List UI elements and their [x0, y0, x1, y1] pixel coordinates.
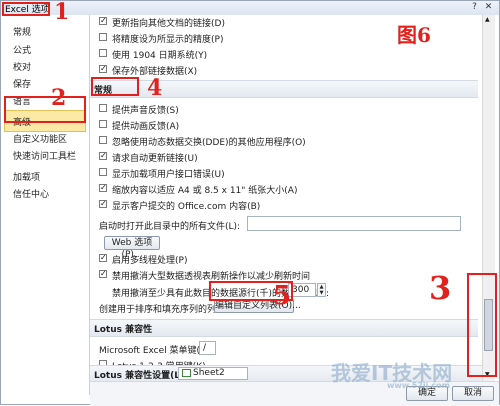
menu-key-input[interactable]: /	[199, 341, 216, 355]
web-options-button[interactable]: Web 选项(P)...	[104, 236, 160, 260]
option-label: 提供动画反馈(A)	[112, 122, 180, 132]
option-label: 使用 1904 日期系统(Y)	[112, 51, 208, 61]
checkbox-animation-feedback[interactable]	[99, 120, 107, 128]
menu-key-label: Microsoft Excel 菜单键(M):	[99, 346, 215, 356]
help-icon[interactable]: ?	[469, 2, 480, 13]
sidebar-item-quick-access-toolbar[interactable]: 快速访问工具栏	[13, 149, 76, 162]
sidebar-item-general[interactable]: 常规	[13, 25, 31, 38]
lotus-settings-label: Lotus 兼容性设置(L):	[94, 371, 188, 381]
annotation-number-4: 4	[147, 75, 163, 101]
checkbox-update-links[interactable]: ✓	[99, 17, 107, 25]
checkbox-save-external-link-values[interactable]: ✓	[99, 65, 107, 73]
annotation-number-3: 3	[429, 269, 452, 307]
checkbox-scale-to-a4[interactable]: ✓	[99, 184, 107, 192]
sidebar-item-customize-ribbon[interactable]: 自定义功能区	[13, 132, 67, 145]
option-label: 显示加载项用户接口错误(U)	[112, 170, 225, 180]
sidebar-item-addins[interactable]: 加载项	[13, 170, 40, 183]
close-icon[interactable]: ✕	[483, 2, 494, 13]
startup-folder-input[interactable]	[247, 216, 461, 231]
sheet-icon	[182, 368, 191, 377]
option-label: 更新指向其他文档的链接(D)	[112, 19, 225, 29]
option-label: 将精度设为所显示的精度(P)	[112, 35, 224, 45]
lotus-sheet-select[interactable]: Sheet2	[178, 367, 248, 380]
annotation-box-title	[2, 2, 50, 16]
sidebar-item-formulas[interactable]: 公式	[13, 43, 31, 56]
section-lotus-header: Lotus 兼容性	[90, 319, 478, 337]
annotation-box-advanced	[4, 96, 86, 123]
annotation-number-5: 5	[273, 281, 292, 311]
custom-list-label: 创建用于排序和填充序列的列表:	[99, 305, 229, 315]
sidebar: 常规 公式 校对 保存 语言 高级 自定义功能区 快速访问工具栏 加载项 信任中…	[1, 15, 90, 395]
checkbox-addin-ui-errors[interactable]	[99, 168, 107, 176]
sidebar-item-trust-center[interactable]: 信任中心	[13, 187, 49, 200]
checkbox-multithreaded[interactable]: ✓	[99, 254, 107, 262]
watermark-url: www.52ij.com	[387, 381, 450, 390]
excel-options-window: Excel 选项 ? ✕ 常规 公式 校对 保存 语言 高级 自定义功能区 快速…	[0, 0, 500, 406]
option-label: 忽略使用动态数据交换(DDE)的其他应用程序(O)	[112, 138, 306, 148]
option-label: 启用多线程处理(P)	[112, 256, 188, 266]
checkbox-1904-date-system[interactable]	[99, 49, 107, 57]
option-label: 请求自动更新链接(U)	[112, 154, 198, 164]
sidebar-item-save[interactable]: 保存	[13, 77, 31, 90]
annotation-number-1: 1	[54, 0, 70, 25]
checkbox-ignore-dde[interactable]	[99, 136, 107, 144]
checkbox-ask-update-links[interactable]: ✓	[99, 152, 107, 160]
option-label: 显示客户提交的 Office.com 内容(B)	[112, 202, 261, 212]
advanced-options-panel: ✓ 更新指向其他文档的链接(D) 将精度设为所显示的精度(P) 使用 1904 …	[90, 15, 480, 381]
sidebar-item-proofing[interactable]: 校对	[13, 60, 31, 73]
annotation-figure-label: 图6	[397, 23, 431, 47]
annotation-box-general	[91, 77, 139, 96]
title-bar: Excel 选项 ? ✕	[1, 1, 499, 15]
option-label: 缩放内容以适应 A4 或 8.5 x 11" 纸张大小(A)	[112, 186, 298, 196]
sheet-select-value: Sheet2	[193, 368, 225, 378]
annotation-number-2: 2	[51, 85, 67, 111]
startup-folder-label: 启动时打开此目录中的所有文件(L):	[99, 222, 241, 232]
pivot-rows-spinner[interactable]: ▲ ▼	[317, 283, 326, 297]
checkbox-sound-feedback[interactable]	[99, 104, 107, 112]
checkbox-office-com-content[interactable]: ✓	[99, 200, 107, 208]
checkbox-disable-pivot-undo[interactable]: ✓	[99, 270, 107, 278]
scroll-up-icon[interactable]: ▲	[485, 16, 490, 23]
option-label: 提供声音反馈(S)	[112, 106, 179, 116]
cancel-button[interactable]: 取消	[452, 386, 494, 401]
annotation-box-scrollbar	[467, 273, 497, 377]
checkbox-precision-as-displayed[interactable]	[99, 33, 107, 41]
section-title: Lotus 兼容性	[94, 325, 153, 335]
